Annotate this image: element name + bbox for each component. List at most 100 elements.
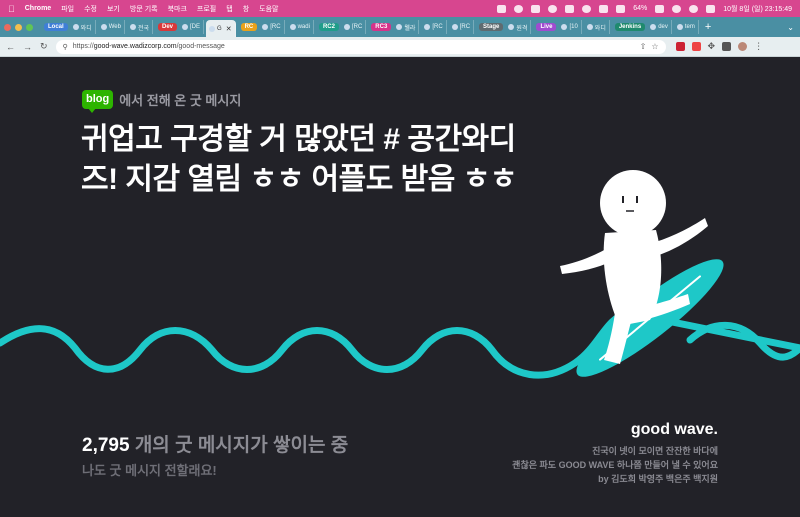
display-icon[interactable]: [599, 4, 609, 13]
send-message-link[interactable]: 나도 굿 메시지 전할래요!: [82, 460, 217, 479]
more-menu-icon[interactable]: ⋮: [754, 41, 763, 52]
menu-tab[interactable]: 탭: [226, 4, 232, 14]
good-message-text: 귀업고 구경할 거 많았던 # 공간와디즈! 지감 열림 ㅎㅎ 어플도 받음 ㅎ…: [81, 123, 517, 196]
search-icon[interactable]: [689, 4, 699, 13]
favicon-icon: [508, 24, 515, 30]
blog-source: blog 에서 전해 온 굿 메시지: [82, 90, 242, 113]
favicon-icon: [676, 24, 683, 30]
favicon-icon: [129, 24, 136, 30]
tab-group-dev[interactable]: Dev: [158, 23, 178, 31]
message-count-label: 개의 굿 메시지가 쌓이는 중: [129, 435, 349, 456]
menu-edit[interactable]: 수정: [84, 4, 97, 14]
favicon-icon: [209, 25, 216, 32]
grammarly-icon[interactable]: [565, 4, 575, 13]
menu-app-name[interactable]: Chrome: [25, 5, 51, 12]
address-bar[interactable]: ⚲ https://good-wave.wadizcorp.com/good-m…: [55, 39, 666, 54]
side-panel-icon[interactable]: [722, 42, 732, 51]
menu-bookmarks[interactable]: 북마크: [168, 4, 187, 14]
tab[interactable]: [10: [558, 20, 582, 34]
new-tab-button[interactable]: +: [705, 21, 711, 33]
tab-active[interactable]: G ✕: [206, 20, 236, 37]
favicon-icon: [262, 24, 269, 30]
favicon-icon: [424, 24, 431, 30]
browser-toolbar: ← → ↻ ⚲ https://good-wave.wadizcorp.com/…: [0, 37, 800, 57]
credits-line: 진국이 넷이 모이면 잔잔한 바다에: [592, 446, 718, 456]
tab[interactable]: [RC: [449, 20, 475, 34]
menu-window[interactable]: 창: [243, 4, 249, 14]
extensions-area: ✥ ⋮: [675, 41, 763, 52]
tab-group-rc[interactable]: RC: [240, 23, 258, 31]
tab[interactable]: 원격: [505, 20, 532, 34]
url-text[interactable]: https://good-wave.wadizcorp.com/good-mes…: [73, 43, 225, 50]
record-icon[interactable]: [497, 4, 507, 13]
credits: 진국이 넷이 모이면 잔잔한 바다에 괜찮은 파도 GOOD WAVE 하나쯤 …: [512, 444, 718, 486]
menu-history[interactable]: 방문 기록: [130, 4, 158, 14]
menu-profiles[interactable]: 프로필: [197, 4, 216, 14]
site-info-icon[interactable]: ⚲: [63, 43, 68, 51]
tab[interactable]: 웰라: [393, 20, 420, 34]
tab[interactable]: wadi: [287, 20, 314, 34]
tab[interactable]: 와디: [584, 20, 610, 34]
menu-file[interactable]: 파일: [61, 4, 74, 14]
profile-avatar[interactable]: [738, 42, 748, 51]
tab[interactable]: [DE: [179, 20, 205, 34]
clock[interactable]: 10월 8일 (일) 23:15:49: [723, 4, 792, 14]
blog-badge: blog: [82, 90, 114, 113]
tab-group-rc3[interactable]: RC3: [371, 23, 392, 31]
forward-icon[interactable]: →: [23, 42, 32, 52]
tab[interactable]: 전국: [127, 20, 153, 34]
tab[interactable]: 와디: [70, 20, 96, 34]
menu-view[interactable]: 보기: [107, 4, 120, 14]
credits-line: 괜찮은 파도 GOOD WAVE 하나쯤 만들어 낼 수 있어요: [512, 460, 718, 470]
zoom-window-button[interactable]: [26, 23, 33, 31]
sync-icon[interactable]: [548, 4, 558, 13]
menu-help[interactable]: 도움말: [259, 4, 278, 14]
apple-icon[interactable]: : [8, 4, 15, 14]
extension-icon[interactable]: [531, 4, 541, 13]
favicon-icon: [289, 24, 296, 30]
back-icon[interactable]: ←: [6, 42, 15, 52]
tab[interactable]: dev: [647, 20, 672, 34]
tab[interactable]: [RC: [341, 20, 367, 34]
tab-group-stage[interactable]: Stage: [479, 23, 504, 31]
favicon-icon: [72, 24, 79, 30]
blog-label: 에서 전해 온 굿 메시지: [119, 93, 242, 108]
tab-group-jenkins[interactable]: Jenkins: [614, 23, 646, 31]
tab-group-local[interactable]: Local: [44, 23, 68, 31]
tab[interactable]: [RC: [421, 20, 447, 34]
tab-strip: Local 와디 Web 전국 Dev [DE G ✕ RC [RC wadi R…: [0, 17, 800, 37]
tab[interactable]: [RC: [259, 20, 285, 34]
extension-record-icon[interactable]: [675, 42, 685, 51]
message-count: 2,795 개의 굿 메시지가 쌓이는 중: [82, 430, 348, 457]
menu-bar:  Chrome 파일 수정 보기 방문 기록 북마크 프로필 탭 창 도움말 …: [0, 0, 800, 17]
control-center-icon[interactable]: [706, 4, 716, 13]
tab[interactable]: Web: [98, 20, 125, 34]
status-icon[interactable]: [514, 4, 524, 13]
minimize-window-button[interactable]: [15, 23, 22, 31]
battery-icon[interactable]: [655, 4, 665, 13]
close-tab-icon[interactable]: ✕: [226, 25, 232, 33]
extensions-puzzle-icon[interactable]: ✥: [708, 41, 716, 52]
share-icon[interactable]: ⇧: [640, 42, 647, 51]
message-count-number: 2,795: [82, 435, 130, 456]
extension-pdf-icon[interactable]: [691, 42, 701, 51]
reload-icon[interactable]: ↻: [40, 41, 48, 52]
input-source-icon[interactable]: [616, 4, 626, 13]
favicon-icon: [182, 24, 189, 30]
chrome-icon[interactable]: [582, 4, 592, 13]
credits-line: by 김도희 박영주 백은주 백지원: [598, 474, 718, 484]
bookmark-star-icon[interactable]: ☆: [651, 42, 658, 51]
wifi-icon[interactable]: [672, 4, 682, 13]
close-window-button[interactable]: [4, 23, 11, 31]
good-message-page: blog 에서 전해 온 굿 메시지 귀업고 구경할 거 많았던 # 공간와디즈…: [0, 58, 800, 517]
favicon-icon: [451, 24, 458, 30]
tab-group-rc2[interactable]: RC2: [318, 23, 339, 31]
favicon-icon: [396, 24, 403, 30]
wave-line: [0, 309, 800, 379]
tab-group-live[interactable]: Live: [536, 23, 557, 31]
window-controls: [4, 23, 33, 31]
tab-search-icon[interactable]: ⌄: [787, 23, 794, 32]
favicon-icon: [561, 24, 568, 30]
tab[interactable]: tem: [674, 20, 699, 34]
favicon-icon: [586, 24, 593, 30]
